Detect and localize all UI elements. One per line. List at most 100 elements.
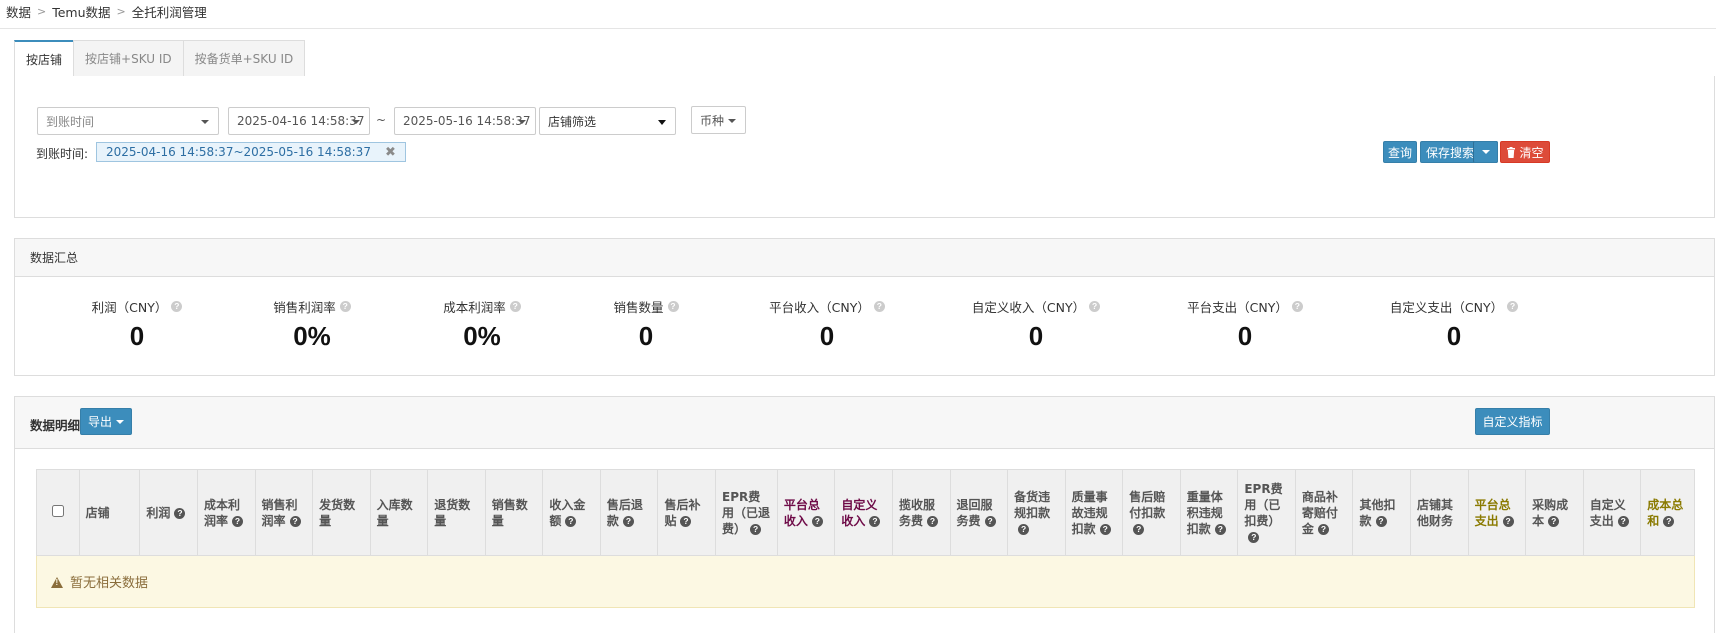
column-header[interactable]: 其他扣款? (1352, 469, 1412, 556)
help-icon[interactable]: ? (174, 507, 186, 519)
end-datetime-picker[interactable]: 2025-05-16 14:58:37 (394, 107, 536, 135)
help-icon[interactable]: ? (1291, 301, 1303, 312)
help-icon[interactable]: ? (1507, 301, 1519, 312)
tab-by-store-sku[interactable]: 按店铺+SKU ID (73, 40, 184, 76)
help-icon[interactable]: ? (811, 515, 823, 527)
column-label: 店铺其他财务 (1417, 497, 1454, 528)
store-filter-select[interactable]: 店铺筛选 (539, 107, 676, 135)
start-datetime-picker[interactable]: 2025-04-16 14:58:37 (228, 107, 370, 135)
column-header[interactable]: 利润? (139, 469, 198, 556)
breadcrumb-separator-icon: > (116, 4, 126, 18)
help-icon[interactable]: ? (680, 515, 692, 527)
column-header[interactable]: 售后赔付扣款? (1122, 469, 1181, 556)
close-icon[interactable]: ✖ (385, 145, 396, 160)
tab-by-stock-order-sku[interactable]: 按备货单+SKU ID (182, 40, 306, 76)
column-header[interactable]: 自定义收入? (834, 469, 893, 556)
breadcrumb-item-temu[interactable]: Temu数据 (52, 2, 110, 21)
column-header[interactable]: 店铺其他财务 (1410, 469, 1469, 556)
help-icon[interactable]: ? (622, 515, 634, 527)
column-header[interactable]: 售后退款? (599, 469, 659, 556)
column-header[interactable]: 售后补贴? (657, 469, 717, 556)
column-header[interactable]: 成本利润率? (196, 469, 256, 556)
column-header[interactable]: 自定义支出? (1582, 469, 1642, 556)
help-icon[interactable]: ? (1248, 531, 1260, 543)
breadcrumb: 数据 > Temu数据 > 全托利润管理 (6, 2, 207, 20)
select-all-cell (36, 469, 80, 556)
column-header[interactable]: 入库数量 (369, 469, 429, 556)
applied-filter-label: 到账时间: (36, 147, 89, 161)
help-icon[interactable]: ? (1375, 515, 1387, 527)
help-icon[interactable]: ? (1133, 523, 1145, 535)
column-label: 售后赔付扣款 (1129, 489, 1166, 520)
save-search-dropdown-button[interactable] (1473, 141, 1498, 163)
stat-value: 0 (1028, 321, 1044, 351)
column-header[interactable]: EPR费用（已扣费）? (1237, 469, 1296, 556)
help-icon[interactable]: ? (1089, 301, 1101, 312)
help-icon[interactable]: ? (565, 515, 577, 527)
column-header[interactable]: 备货违规扣款? (1007, 469, 1066, 556)
column-header[interactable]: 发货数量 (312, 469, 371, 556)
help-icon[interactable]: ? (231, 515, 243, 527)
chevron-down-icon (518, 120, 526, 124)
column-header[interactable]: 平台总收入? (776, 469, 836, 556)
tab-by-store[interactable]: 按店铺 (14, 40, 75, 76)
custom-metrics-button[interactable]: 自定义指标 (1475, 408, 1550, 435)
column-header[interactable]: 店铺 (78, 469, 141, 556)
time-type-select[interactable]: 到账时间 (37, 107, 219, 135)
help-icon[interactable]: ? (509, 301, 521, 312)
table-header-row: 店铺 利润? 成本利润率? 销售利润率? 发货数量 入库数量 退货数量 销售数量… (36, 469, 1695, 556)
help-icon[interactable]: ? (1617, 515, 1629, 527)
column-header[interactable]: 退货数量 (427, 469, 486, 556)
help-icon[interactable]: ? (289, 515, 301, 527)
help-icon[interactable]: ? (873, 301, 885, 312)
chevron-down-icon (201, 120, 209, 124)
stat-platform-expense: 平台支出（CNY）? 0 (1145, 297, 1345, 352)
column-header[interactable]: 揽收服务费? (891, 469, 951, 556)
stat-value: 0 (1237, 321, 1253, 351)
help-icon[interactable]: ? (750, 523, 762, 535)
column-header[interactable]: 销售利润率? (254, 469, 314, 556)
column-header[interactable]: 质量事故违规扣款? (1064, 469, 1124, 556)
select-all-checkbox[interactable] (51, 504, 64, 517)
help-icon[interactable]: ? (1663, 515, 1675, 527)
detail-panel: 数据明细 导出 自定义指标 店铺 利润? 成本利润率? 销售利润率? 发货数量 … (14, 396, 1715, 633)
chevron-down-icon (1481, 150, 1490, 154)
help-icon[interactable]: ? (984, 515, 996, 527)
help-icon[interactable]: ? (869, 515, 881, 527)
column-header[interactable]: 重量体积违规扣款? (1179, 469, 1239, 556)
column-header[interactable]: 采购成本? (1525, 469, 1584, 556)
query-button[interactable]: 查询 (1383, 141, 1417, 163)
help-icon[interactable]: ? (1548, 515, 1560, 527)
chevron-down-icon (658, 120, 666, 125)
help-icon[interactable]: ? (171, 301, 183, 312)
warning-icon (51, 577, 63, 588)
column-header[interactable]: 收入金额? (542, 469, 601, 556)
column-label: 退货数量 (434, 497, 471, 528)
empty-row: 暂无相关数据 (36, 555, 1695, 608)
column-header[interactable]: 退回服务费? (949, 469, 1009, 556)
help-icon[interactable]: ? (1502, 515, 1514, 527)
stat-label: 利润（CNY） (91, 300, 168, 315)
help-icon[interactable]: ? (927, 515, 938, 527)
stat-profit: 利润（CNY）? 0 (37, 297, 237, 352)
stat-value: 0 (638, 321, 654, 351)
save-search-label: 保存搜索 (1426, 145, 1475, 160)
breadcrumb-item-data[interactable]: 数据 (6, 2, 31, 21)
column-header[interactable]: 销售数量 (484, 469, 544, 556)
currency-select[interactable]: 币种 (691, 106, 746, 134)
help-icon[interactable]: ? (1018, 523, 1030, 535)
column-header[interactable]: EPR费用（已退费）? (715, 469, 778, 556)
help-icon[interactable]: ? (1214, 523, 1226, 535)
column-header[interactable]: 商品补寄赔付金? (1294, 469, 1354, 556)
column-header[interactable]: 成本总和? (1640, 469, 1695, 556)
export-button[interactable]: 导出 (80, 408, 132, 435)
view-tabs: 按店铺 按店铺+SKU ID 按备货单+SKU ID (14, 40, 306, 76)
stat-label: 销售利润率 (273, 300, 336, 315)
help-icon[interactable]: ? (1317, 523, 1329, 535)
help-icon[interactable]: ? (667, 301, 679, 312)
help-icon[interactable]: ? (1099, 523, 1111, 535)
clear-button[interactable]: 清空 (1500, 141, 1550, 163)
column-label: 发货数量 (319, 497, 356, 528)
column-header[interactable]: 平台总支出? (1467, 469, 1527, 556)
help-icon[interactable]: ? (339, 301, 351, 312)
